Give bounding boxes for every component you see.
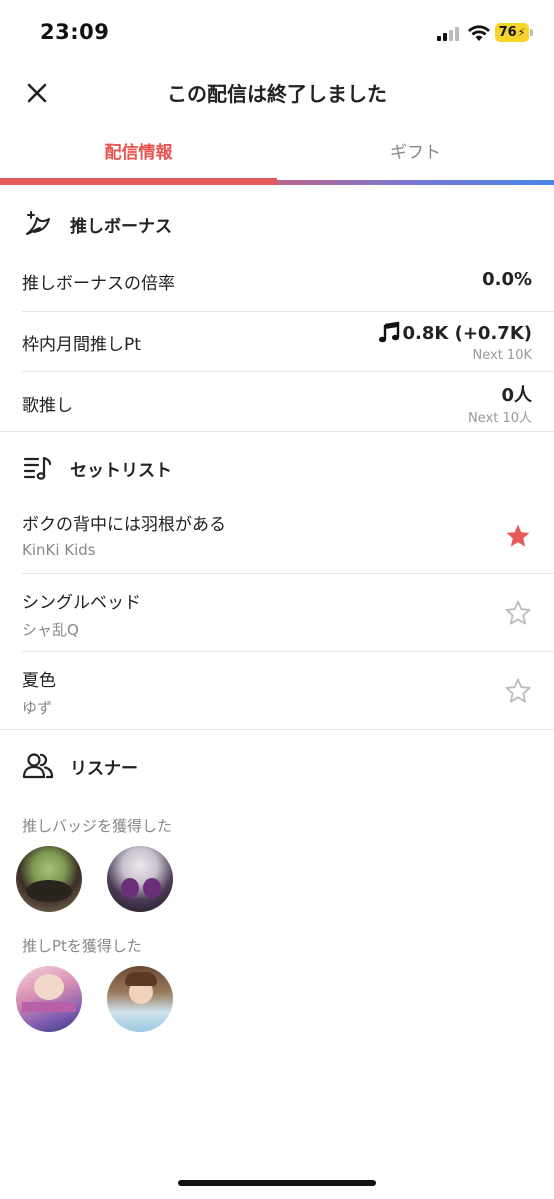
setlist-item[interactable]: 夏色 ゆず bbox=[0, 652, 554, 730]
star-icon[interactable] bbox=[504, 599, 532, 627]
song-title: シングルベッド bbox=[22, 593, 141, 613]
song-title: ボクの背中には羽根がある bbox=[22, 515, 226, 535]
avatar-detail bbox=[125, 972, 157, 986]
song-artist: シャ乱Q bbox=[22, 621, 79, 639]
section-title: リスナー bbox=[70, 758, 138, 779]
monthly-pt-value: 0.8K (+0.7K) bbox=[402, 322, 532, 344]
avatar-detail bbox=[34, 974, 64, 1000]
listeners-header: リスナー bbox=[0, 736, 554, 796]
battery-tip bbox=[530, 29, 533, 36]
signal-icon bbox=[437, 26, 461, 41]
avatar-detail bbox=[143, 878, 161, 898]
header: この配信は終了しました bbox=[0, 64, 554, 120]
song-artist: KinKi Kids bbox=[22, 541, 96, 559]
music-note-icon bbox=[378, 321, 399, 343]
row-label: 枠内月間推しPt bbox=[22, 335, 141, 355]
row-value: 0人 bbox=[501, 385, 532, 406]
charging-icon: ⚡ bbox=[517, 26, 526, 39]
setlist-icon bbox=[23, 456, 52, 480]
status-time: 23:09 bbox=[40, 20, 110, 44]
battery-level: 76 bbox=[498, 25, 517, 40]
home-indicator[interactable] bbox=[178, 1180, 376, 1186]
avatar[interactable] bbox=[16, 846, 82, 912]
section-divider bbox=[0, 729, 554, 730]
avatar[interactable] bbox=[16, 966, 82, 1032]
row-sub: Next 10K bbox=[472, 348, 532, 363]
tab-active-indicator bbox=[0, 178, 277, 185]
oshi-multiplier-row: 推しボーナスの倍率 0.0% bbox=[0, 252, 554, 312]
avatar-detail bbox=[22, 1002, 76, 1012]
tab-bar: 配信情報 ギフト bbox=[0, 120, 554, 188]
page-title: この配信は終了しました bbox=[167, 82, 387, 106]
avatar-detail bbox=[26, 880, 72, 902]
star-icon[interactable] bbox=[504, 677, 532, 705]
song-artist: ゆず bbox=[22, 699, 53, 717]
badge-caption: 推しバッジを獲得した bbox=[22, 817, 173, 835]
listeners-icon bbox=[22, 753, 54, 779]
row-sub: Next 10人 bbox=[468, 411, 532, 426]
tab-stream-info[interactable]: 配信情報 bbox=[0, 120, 277, 180]
setlist-header: セットリスト bbox=[0, 438, 554, 498]
avatar[interactable] bbox=[107, 846, 173, 912]
battery-indicator: 76 ⚡ bbox=[495, 23, 529, 42]
tab-gift[interactable]: ギフト bbox=[277, 120, 554, 180]
status-bar: 23:09 76 ⚡ bbox=[0, 0, 554, 64]
song-oshi-row: 歌推し 0人 Next 10人 bbox=[0, 372, 554, 432]
row-label: 歌推し bbox=[22, 396, 73, 416]
avatar-detail bbox=[121, 878, 139, 898]
wing-icon bbox=[26, 211, 50, 235]
setlist-item[interactable]: ボクの背中には羽根がある KinKi Kids bbox=[0, 496, 554, 574]
wifi-icon bbox=[468, 25, 490, 41]
avatar[interactable] bbox=[107, 966, 173, 1032]
row-value: 0.0% bbox=[482, 269, 532, 290]
section-title: セットリスト bbox=[70, 460, 172, 481]
row-label: 推しボーナスの倍率 bbox=[22, 274, 175, 294]
oshi-bonus-header: 推しボーナス bbox=[0, 194, 554, 254]
monthly-oshi-pt-row: 枠内月間推しPt 0.8K (+0.7K) Next 10K bbox=[0, 312, 554, 372]
pt-caption: 推しPtを獲得した bbox=[22, 937, 142, 955]
setlist-item[interactable]: シングルベッド シャ乱Q bbox=[0, 574, 554, 652]
section-divider bbox=[0, 431, 554, 432]
star-icon[interactable] bbox=[504, 522, 532, 550]
row-value-wrap: 0.8K (+0.7K) bbox=[377, 321, 532, 345]
song-title: 夏色 bbox=[22, 671, 56, 691]
section-title: 推しボーナス bbox=[70, 216, 172, 237]
